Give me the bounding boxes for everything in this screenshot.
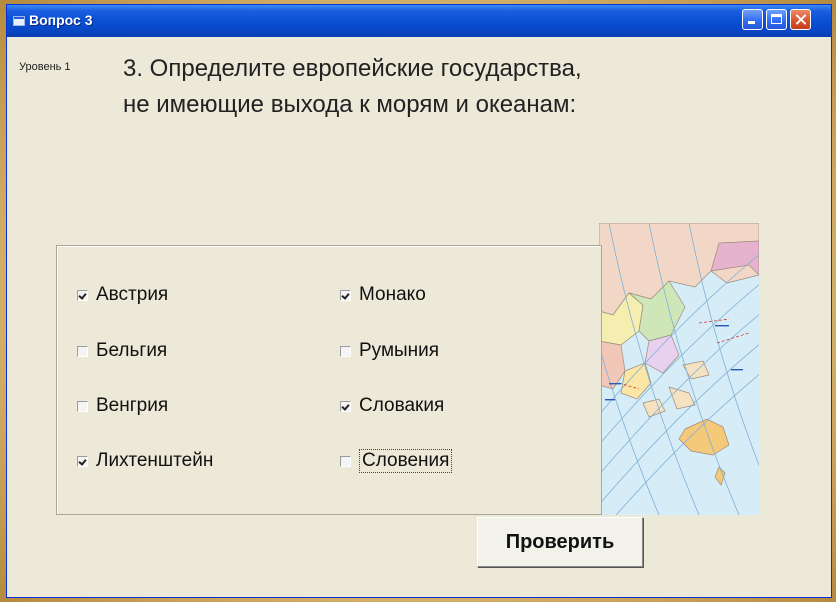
option-monaco[interactable]: Монако [340,282,426,308]
question-line-1: 3. Определите европейские государства, [123,55,582,82]
option-label: Бельгия [96,340,168,361]
option-slovakia[interactable]: Словакия [340,393,444,419]
checkbox-romania[interactable] [340,345,351,357]
checkbox-monaco[interactable] [340,289,351,301]
close-button[interactable] [790,9,811,30]
option-label: Венгрия [96,395,169,416]
checkbox-belgium[interactable] [77,345,88,357]
option-label: Монако [359,284,426,305]
question-text: 3. Определите европейские государства, н… [123,51,823,123]
maximize-button[interactable] [766,9,787,30]
option-hungary[interactable]: Венгрия [77,393,168,419]
check-button[interactable]: Проверить [477,517,643,567]
option-romania[interactable]: Румыния [340,338,439,364]
level-label: Уровень 1 [19,61,71,73]
options-frame: Австрия Бельгия Венгрия Лихтенштейн Мона… [56,245,602,515]
option-label: Словакия [359,395,445,416]
checkbox-slovenia[interactable] [340,455,351,467]
option-liechtenstein[interactable]: Лихтенштейн [77,448,213,474]
option-slovenia[interactable]: Словения [340,448,453,474]
window-title: Вопрос 3 [29,12,93,28]
checkbox-slovakia[interactable] [340,400,351,412]
option-belgium[interactable]: Бельгия [77,338,167,364]
question-window: Вопрос 3 Уровень 1 3. Определите европей… [6,4,832,598]
option-label: Австрия [96,284,169,305]
option-label: Словения [359,449,453,473]
checkbox-hungary[interactable] [77,400,88,412]
map-svg [599,223,759,515]
option-austria[interactable]: Австрия [77,282,168,308]
question-line-2: не имеющие выхода к морям и океанам: [123,91,577,118]
minimize-button[interactable] [742,9,763,30]
option-label: Румыния [359,340,440,361]
checkbox-austria[interactable] [77,289,88,301]
title-bar[interactable]: Вопрос 3 [7,5,831,37]
map-image [599,223,759,515]
app-icon [13,16,25,26]
checkbox-liechtenstein[interactable] [77,455,88,467]
option-label: Лихтенштейн [96,450,214,471]
